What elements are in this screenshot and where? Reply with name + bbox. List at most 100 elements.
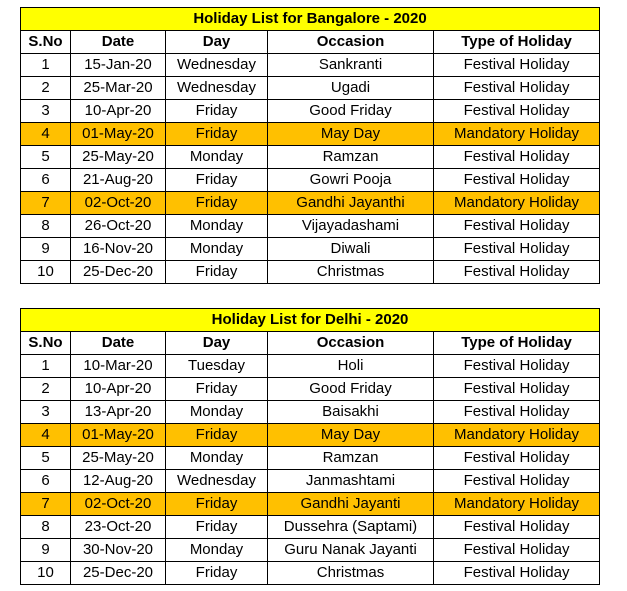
cell-day: Friday [165, 377, 268, 401]
cell-day: Friday [165, 423, 268, 447]
cell-date: 21-Aug-20 [70, 168, 166, 192]
cell-occasion: Good Friday [267, 99, 434, 123]
cell-sno: 3 [20, 99, 71, 123]
cell-sno: 2 [20, 76, 71, 100]
cell-sno: 8 [20, 515, 71, 539]
cell-date: 02-Oct-20 [70, 492, 166, 516]
table-row: 6 21-Aug-20 Friday Gowri Pooja Festival Holi… [20, 168, 601, 192]
column-header-type: Type of Holiday [432, 30, 601, 54]
cell-date: 02-Oct-20 [70, 191, 166, 215]
cell-day: Wednesday [165, 469, 268, 493]
cell-type: Festival Holiday [432, 237, 601, 261]
column-header-type: Type of Holiday [432, 331, 601, 355]
cell-day: Monday [165, 538, 268, 562]
table-row: 10 25-Dec-20 Friday Christmas Festival Holid… [20, 260, 601, 284]
cell-type: Mandatory Holiday [432, 423, 601, 447]
cell-date: 25-May-20 [70, 446, 166, 470]
table-row: 4 01-May-20 Friday May Day Mandatory Holiday [20, 423, 601, 447]
column-header-sno: S.No [20, 30, 71, 54]
cell-occasion: Christmas [267, 260, 434, 284]
table-row: 5 25-May-20 Monday Ramzan Festival Holiday [20, 145, 601, 169]
cell-day: Wednesday [165, 76, 268, 100]
cell-sno: 7 [20, 191, 71, 215]
cell-type: Mandatory Holiday [432, 492, 601, 516]
cell-day: Friday [165, 168, 268, 192]
table-row: 5 25-May-20 Monday Ramzan Festival Holiday [20, 446, 601, 470]
cell-occasion: Gandhi Jayanthi [267, 191, 434, 215]
table-row: 1 10-Mar-20 Tuesday Holi Festival Holiday [20, 354, 601, 378]
cell-sno: 10 [20, 561, 71, 585]
cell-date: 25-Dec-20 [70, 260, 166, 284]
cell-date: 13-Apr-20 [70, 400, 166, 424]
cell-day: Monday [165, 400, 268, 424]
cell-type: Festival Holiday [432, 145, 601, 169]
cell-date: 23-Oct-20 [70, 515, 166, 539]
cell-type: Festival Holiday [432, 377, 601, 401]
cell-day: Friday [165, 561, 268, 585]
cell-occasion: Christmas [267, 561, 434, 585]
cell-occasion: Sankranti [267, 53, 434, 77]
cell-type: Festival Holiday [432, 469, 601, 493]
cell-date: 25-Mar-20 [70, 76, 166, 100]
table-row: 8 23-Oct-20 Friday Dussehra (Saptami) Festiv… [20, 515, 601, 539]
cell-day: Monday [165, 145, 268, 169]
table-row: 2 10-Apr-20 Friday Good Friday Festival Holi… [20, 377, 601, 401]
table-title-row: Holiday List for Delhi - 2020 [19, 308, 601, 332]
delhi-holiday-table: Holiday List for Delhi - 2020 S.No Date Da… [19, 308, 601, 585]
table-row: 10 25-Dec-20 Friday Christmas Festival Holid… [20, 561, 601, 585]
cell-sno: 4 [20, 423, 71, 447]
column-header-date: Date [70, 30, 166, 54]
cell-type: Festival Holiday [432, 214, 601, 238]
cell-occasion: Ramzan [267, 446, 434, 470]
cell-date: 01-May-20 [70, 423, 166, 447]
cell-sno: 3 [20, 400, 71, 424]
cell-type: Festival Holiday [432, 99, 601, 123]
cell-occasion: Vijayadashami [267, 214, 434, 238]
cell-occasion: Baisakhi [267, 400, 434, 424]
cell-day: Tuesday [165, 354, 268, 378]
cell-occasion: May Day [267, 122, 434, 146]
cell-occasion: Ugadi [267, 76, 434, 100]
cell-occasion: May Day [267, 423, 434, 447]
table-row: 4 01-May-20 Friday May Day Mandatory Holiday [20, 122, 601, 146]
cell-occasion: Ramzan [267, 145, 434, 169]
table-row: 2 25-Mar-20 Wednesday Ugadi Festival Holiday [20, 76, 601, 100]
cell-sno: 6 [20, 469, 71, 493]
table-row: 3 13-Apr-20 Monday Baisakhi Festival Holiday [20, 400, 601, 424]
table-row: 6 12-Aug-20 Wednesday Janmashtami Festival H… [20, 469, 601, 493]
column-header-row: S.No Date Day Occasion Type of Holiday [20, 30, 601, 54]
table-title: Holiday List for Delhi - 2020 [19, 308, 601, 332]
cell-sno: 7 [20, 492, 71, 516]
column-header-date: Date [70, 331, 166, 355]
cell-sno: 8 [20, 214, 71, 238]
cell-sno: 2 [20, 377, 71, 401]
cell-date: 30-Nov-20 [70, 538, 166, 562]
cell-occasion: Holi [267, 354, 434, 378]
cell-date: 25-May-20 [70, 145, 166, 169]
cell-sno: 9 [20, 538, 71, 562]
cell-date: 26-Oct-20 [70, 214, 166, 238]
cell-day: Friday [165, 191, 268, 215]
cell-day: Friday [165, 260, 268, 284]
cell-occasion: Gandhi Jayanti [267, 492, 434, 516]
cell-type: Festival Holiday [432, 260, 601, 284]
cell-sno: 10 [20, 260, 71, 284]
cell-occasion: Dussehra (Saptami) [267, 515, 434, 539]
cell-day: Monday [165, 214, 268, 238]
cell-date: 16-Nov-20 [70, 237, 166, 261]
column-header-row: S.No Date Day Occasion Type of Holiday [20, 331, 601, 355]
column-header-sno: S.No [20, 331, 71, 355]
bangalore-holiday-table: Holiday List for Bangalore - 2020 S.No Da… [19, 7, 601, 284]
cell-type: Festival Holiday [432, 446, 601, 470]
cell-date: 25-Dec-20 [70, 561, 166, 585]
cell-type: Festival Holiday [432, 76, 601, 100]
cell-day: Friday [165, 99, 268, 123]
table-row: 7 02-Oct-20 Friday Gandhi Jayanti Mandatory … [20, 492, 601, 516]
cell-date: 12-Aug-20 [70, 469, 166, 493]
cell-date: 10-Apr-20 [70, 99, 166, 123]
column-header-occasion: Occasion [267, 331, 434, 355]
cell-type: Mandatory Holiday [432, 122, 601, 146]
cell-day: Wednesday [165, 53, 268, 77]
cell-type: Festival Holiday [432, 354, 601, 378]
cell-occasion: Janmashtami [267, 469, 434, 493]
